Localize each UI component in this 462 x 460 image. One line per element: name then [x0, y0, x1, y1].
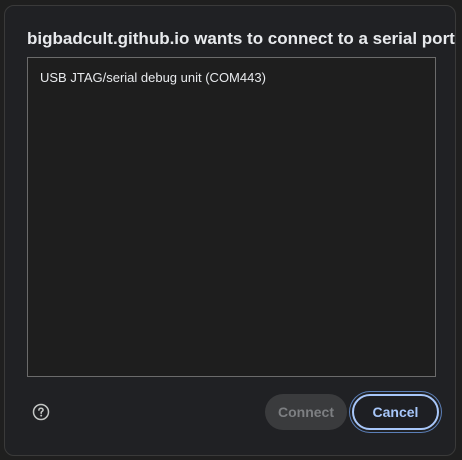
dialog-title: bigbadcult.github.io wants to connect to… — [27, 29, 455, 48]
help-circle-icon[interactable] — [32, 403, 50, 421]
list-item[interactable]: USB JTAG/serial debug unit (COM443) — [40, 70, 266, 85]
serial-port-list[interactable]: USB JTAG/serial debug unit (COM443) — [27, 57, 436, 377]
cancel-button[interactable]: Cancel — [352, 394, 439, 430]
serial-port-dialog: bigbadcult.github.io wants to connect to… — [4, 5, 456, 456]
connect-button[interactable]: Connect — [265, 394, 347, 430]
